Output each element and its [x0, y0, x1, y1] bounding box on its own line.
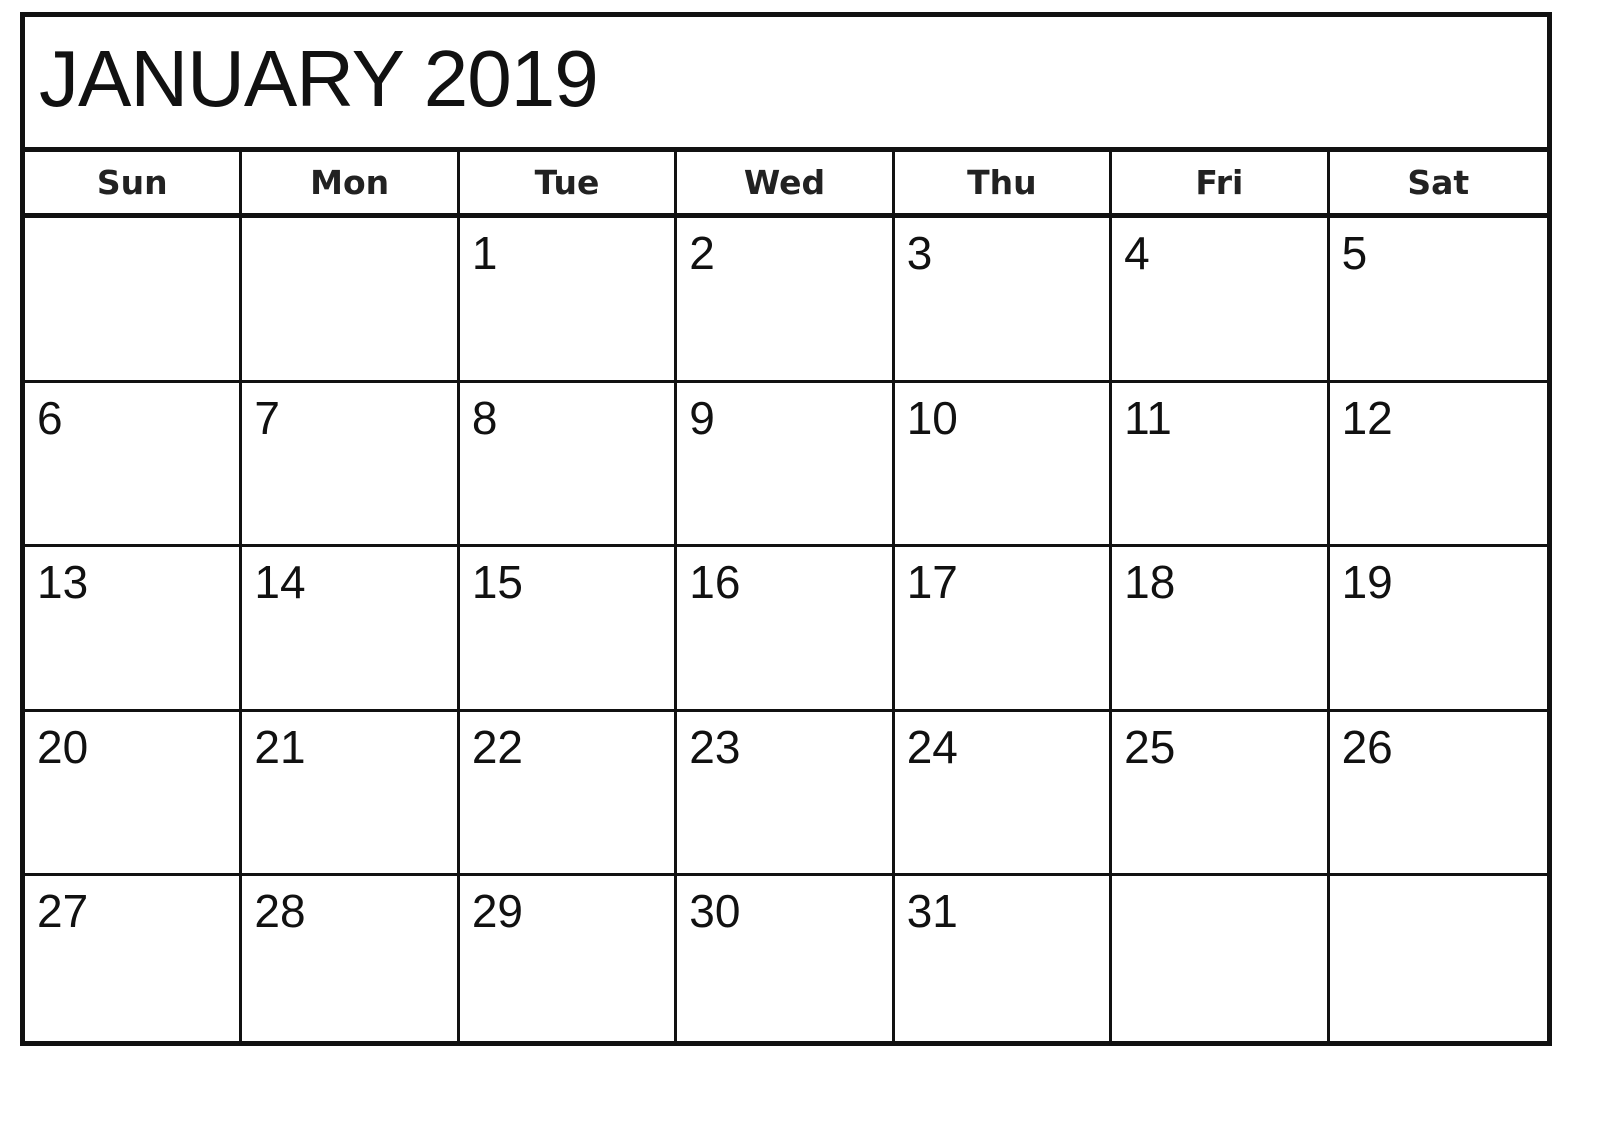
weekday-header-mon: Mon — [242, 152, 460, 218]
day-cell: 22 — [459, 711, 678, 877]
day-number: 29 — [471, 885, 524, 938]
day-number: 12 — [1341, 391, 1393, 444]
day-cell: 19 — [1329, 547, 1547, 712]
day-number: 9 — [689, 391, 715, 444]
day-cell: 9 — [677, 382, 895, 548]
day-cell: 11 — [1112, 382, 1330, 548]
day-number: 19 — [1341, 556, 1393, 609]
day-number: 16 — [689, 556, 741, 609]
day-number: 4 — [1124, 227, 1150, 279]
weekday-header-wed: Wed — [677, 152, 895, 218]
calendar-title: JANUARY 2019 — [39, 34, 599, 123]
day-cell: 6 — [25, 382, 243, 548]
day-number: 21 — [254, 720, 306, 773]
day-cell: 26 — [1329, 712, 1547, 877]
day-cell: 7 — [242, 382, 460, 548]
day-cell: 20 — [25, 711, 243, 877]
day-number: 8 — [471, 391, 498, 444]
day-cell: 29 — [460, 876, 678, 1041]
empty-day-cell — [1330, 876, 1547, 1041]
empty-day-cell — [1112, 876, 1330, 1041]
weekday-header-tue: Tue — [459, 152, 678, 218]
day-cell: 24 — [894, 711, 1113, 877]
day-cell: 5 — [1329, 218, 1547, 383]
day-number: 2 — [689, 227, 715, 279]
day-number: 1 — [471, 227, 498, 279]
day-cell: 4 — [1112, 218, 1330, 383]
day-number: 31 — [906, 885, 958, 938]
day-cell: 3 — [894, 218, 1113, 383]
day-number: 10 — [906, 391, 958, 444]
empty-day-cell — [242, 218, 460, 383]
day-cell: 1 — [459, 218, 678, 383]
day-number: 24 — [906, 720, 958, 773]
day-cell: 31 — [895, 876, 1113, 1041]
day-cell: 30 — [677, 876, 895, 1041]
weekday-header-sat: Sat — [1329, 152, 1547, 218]
calendar-grid: Sun Mon Tue Wed Thu Fri Sat 1 2 3 4 5 6 7 8 9 10 11 12 13 14… — [25, 152, 1547, 1041]
day-cell: 15 — [459, 547, 678, 712]
day-number: 26 — [1341, 720, 1393, 773]
day-cell: 27 — [25, 876, 243, 1041]
day-cell: 28 — [242, 876, 460, 1041]
day-number: 6 — [37, 391, 63, 444]
day-cell: 12 — [1329, 383, 1547, 548]
title-bar: JANUARY 2019 — [25, 17, 1547, 152]
day-cell: 2 — [677, 218, 895, 383]
day-number: 30 — [689, 885, 741, 938]
day-number: 17 — [906, 556, 958, 609]
day-cell: 25 — [1112, 711, 1330, 877]
day-number: 27 — [37, 885, 89, 938]
day-cell: 21 — [242, 711, 460, 877]
day-number: 13 — [37, 556, 89, 609]
weekday-header-sun: Sun — [25, 152, 243, 218]
calendar: JANUARY 2019 Sun Mon Tue Wed Thu Fri Sat 1 2 3 4 5 6… — [20, 12, 1552, 1046]
day-cell: 8 — [459, 382, 678, 548]
day-cell: 16 — [677, 547, 895, 712]
weekday-header-fri: Fri — [1112, 152, 1330, 218]
day-number: 20 — [37, 720, 89, 773]
day-number: 25 — [1124, 720, 1176, 773]
day-cell: 23 — [677, 711, 895, 877]
day-number: 14 — [254, 556, 306, 609]
day-cell: 18 — [1112, 547, 1330, 712]
day-number: 22 — [471, 720, 524, 773]
day-number: 15 — [471, 556, 524, 609]
weekday-header-thu: Thu — [894, 152, 1113, 218]
day-number: 5 — [1341, 227, 1368, 279]
day-cell: 13 — [25, 547, 243, 712]
day-cell: 14 — [242, 547, 460, 712]
day-number: 28 — [254, 885, 306, 938]
day-number: 18 — [1124, 556, 1176, 609]
empty-day-cell — [25, 218, 243, 383]
day-cell: 10 — [894, 382, 1113, 548]
day-number: 23 — [689, 720, 741, 773]
day-number: 7 — [254, 391, 281, 444]
day-number: 3 — [906, 227, 933, 279]
day-number: 11 — [1124, 391, 1172, 444]
day-cell: 17 — [894, 547, 1113, 712]
